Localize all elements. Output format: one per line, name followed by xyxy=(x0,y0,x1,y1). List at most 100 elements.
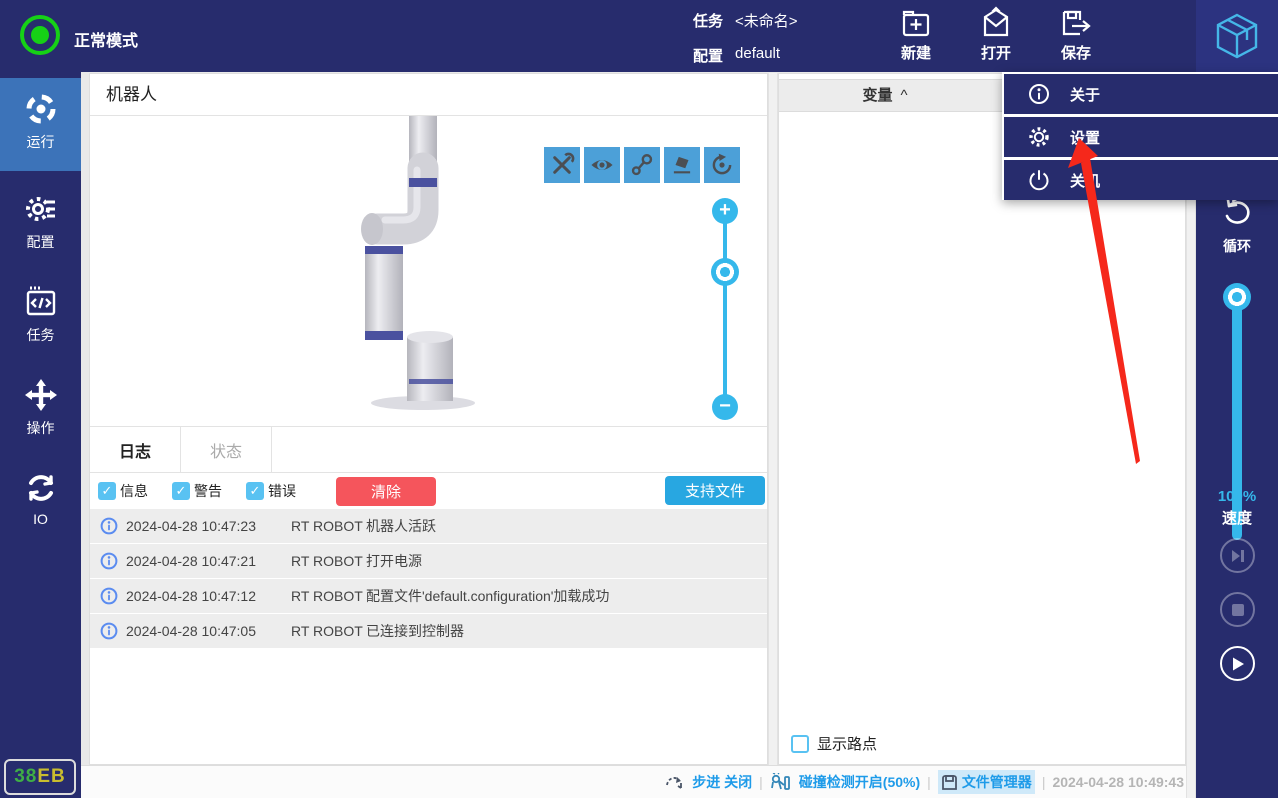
play-icon xyxy=(1232,657,1244,670)
log-list[interactable]: 2024-04-28 10:47:23 RT ROBOT 机器人活跃 2024-… xyxy=(90,509,767,649)
log-row: 2024-04-28 10:47:05 RT ROBOT 已连接到控制器 xyxy=(90,614,767,648)
support-file-button[interactable]: 支持文件 xyxy=(665,476,765,505)
separator: | xyxy=(759,774,763,790)
warning-checkbox[interactable]: ✓ xyxy=(172,482,190,500)
collapse-caret-icon: ^ xyxy=(900,87,908,104)
sidebar-item-io[interactable]: IO xyxy=(0,457,81,550)
zoom-slider-knob[interactable] xyxy=(711,258,739,286)
log-message: 机器人活跃 xyxy=(366,518,436,534)
move-arrows-icon xyxy=(0,378,81,412)
open-task-button[interactable]: 打开 xyxy=(964,6,1028,63)
collision-detection-toggle[interactable]: 碰撞检测开启(50%) xyxy=(799,772,920,792)
info-circle-icon xyxy=(100,552,118,570)
log-time: 2024-04-28 10:47:21 xyxy=(126,553,256,569)
robot-panel: 机器人 + − 日志 状态 ✓ 信息 ✓ 警告 ✓ 错误 清除 支持文件 202… xyxy=(89,73,768,765)
clear-log-button[interactable]: 清除 xyxy=(336,476,436,506)
zoom-in-button[interactable]: + xyxy=(712,198,738,224)
status-code-badge: 38 EB xyxy=(4,759,76,795)
save-floppy-icon xyxy=(1044,6,1108,40)
new-folder-icon xyxy=(884,6,948,40)
log-message: 打开电源 xyxy=(366,553,422,569)
speed-label: 速度 xyxy=(1221,510,1252,527)
menu-item-settings[interactable]: 设置 xyxy=(1004,117,1278,157)
play-button[interactable] xyxy=(1220,646,1255,681)
run-icon xyxy=(0,92,81,126)
middle-scrollbar[interactable] xyxy=(768,73,778,765)
visibility-button[interactable] xyxy=(584,147,620,183)
show-waypoints-row: 显示路点 xyxy=(791,733,877,754)
task-label: 任务 xyxy=(693,13,724,30)
menu-item-label: 设置 xyxy=(1070,129,1101,147)
step-mode-icon xyxy=(665,774,685,790)
config-row: 配置 default xyxy=(693,45,780,66)
path-button[interactable] xyxy=(624,147,660,183)
sidebar-item-config[interactable]: 配置 xyxy=(0,178,81,271)
log-message: 已连接到控制器 xyxy=(366,623,464,639)
speed-value: 100% xyxy=(1217,488,1257,505)
menu-item-label: 关机 xyxy=(1070,172,1101,190)
robot-3d-view[interactable]: + − xyxy=(90,116,767,420)
file-manager-icon xyxy=(941,774,958,791)
loop-button[interactable]: 循环 xyxy=(1196,198,1278,256)
menu-item-shutdown[interactable]: 关机 xyxy=(1004,160,1278,200)
step-mode-toggle[interactable]: 步进 关闭 xyxy=(692,772,752,792)
file-manager-label: 文件管理器 xyxy=(961,774,1032,790)
stop-icon xyxy=(1231,603,1244,616)
log-message: 配置文件'default.configuration'加载成功 xyxy=(366,588,610,604)
power-icon xyxy=(1028,169,1050,191)
tools-icon xyxy=(553,152,575,174)
sidebar-item-run[interactable]: 运行 xyxy=(0,78,81,171)
sidebar-item-task[interactable]: 任务 xyxy=(0,271,81,364)
zoom-track xyxy=(723,218,727,402)
io-swap-icon xyxy=(0,471,81,505)
tab-status[interactable]: 状态 xyxy=(181,427,272,472)
separator: | xyxy=(927,774,931,790)
info-label: 信息 xyxy=(120,483,148,499)
log-row: 2024-04-28 10:47:12 RT ROBOT 配置文件'defaul… xyxy=(90,579,767,613)
status-bar: 步进 关闭 | 碰撞检测开启(50%) | 文件管理器 | 2024-04-28… xyxy=(81,765,1186,798)
save-button[interactable]: 保存 xyxy=(1044,6,1108,63)
path-nodes-icon xyxy=(631,154,653,176)
log-row: 2024-04-28 10:47:23 RT ROBOT 机器人活跃 xyxy=(90,509,767,543)
brand-cube-icon xyxy=(1214,12,1260,60)
filter-warning: ✓ 警告 xyxy=(172,481,238,501)
reset-view-button[interactable] xyxy=(704,147,740,183)
error-checkbox[interactable]: ✓ xyxy=(246,482,264,500)
config-label: 配置 xyxy=(693,48,724,65)
separator: | xyxy=(1041,774,1046,790)
info-checkbox[interactable]: ✓ xyxy=(98,482,116,500)
menu-item-about[interactable]: 关于 xyxy=(1004,74,1278,114)
step-forward-button[interactable] xyxy=(1220,538,1255,573)
new-task-button[interactable]: 新建 xyxy=(884,6,948,63)
zoom-out-button[interactable]: − xyxy=(712,394,738,420)
loop-icon xyxy=(1196,198,1278,230)
open-envelope-icon xyxy=(964,6,1028,40)
speed-slider-knob[interactable] xyxy=(1223,283,1251,311)
config-value: default xyxy=(735,45,781,62)
info-circle-icon xyxy=(100,587,118,605)
gear-list-icon xyxy=(0,192,81,226)
log-time: 2024-04-28 10:47:05 xyxy=(126,623,256,639)
task-row: 任务 <未命名> xyxy=(693,10,798,31)
log-filter-row: ✓ 信息 ✓ 警告 ✓ 错误 清除 支持文件 xyxy=(90,473,767,509)
filter-error: ✓ 错误 xyxy=(246,481,312,501)
stop-button[interactable] xyxy=(1220,592,1255,627)
tab-log[interactable]: 日志 xyxy=(90,427,181,472)
log-time: 2024-04-28 10:47:23 xyxy=(126,518,256,534)
app-menu-button[interactable] xyxy=(1196,0,1278,72)
clock-text: 2024-04-28 10:49:43 xyxy=(1052,774,1184,790)
file-manager-button[interactable]: 文件管理器 xyxy=(937,770,1035,794)
gear-icon xyxy=(1028,126,1050,148)
show-waypoints-checkbox[interactable] xyxy=(791,734,809,753)
menu-item-label: 关于 xyxy=(1070,86,1101,104)
speed-readout: 100% 速度 xyxy=(1196,488,1278,528)
filter-info: ✓ 信息 xyxy=(98,481,164,501)
code-window-icon xyxy=(0,285,81,319)
tools-button[interactable] xyxy=(544,147,580,183)
log-tabs: 日志 状态 xyxy=(90,426,767,473)
info-circle-icon xyxy=(100,622,118,640)
sidebar-item-operate[interactable]: 操作 xyxy=(0,364,81,457)
log-source: RT ROBOT xyxy=(291,518,363,534)
eraser-button[interactable] xyxy=(664,147,700,183)
top-bar: 正常模式 任务 <未命名> 配置 default 新建 打开 保存 xyxy=(0,0,1278,72)
